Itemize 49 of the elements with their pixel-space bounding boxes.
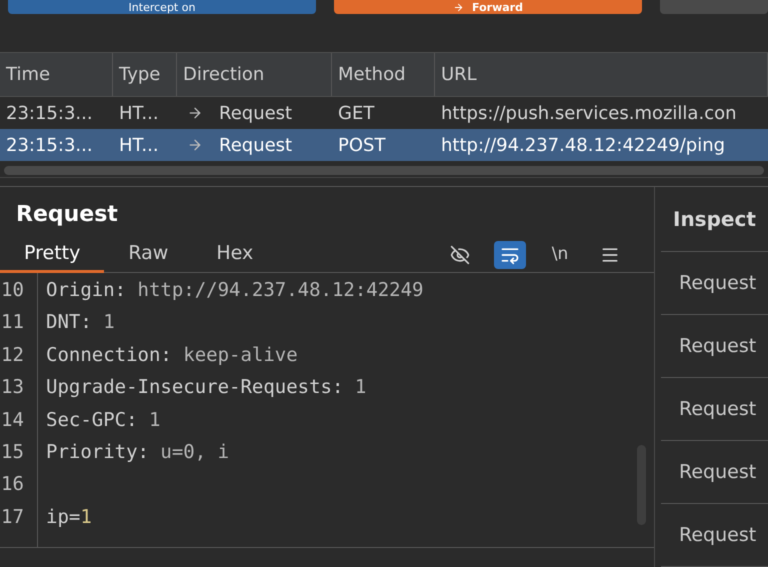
inspector-item[interactable]: Request <box>679 520 756 550</box>
line-number: 10 <box>0 278 24 303</box>
table-cell-text: GET <box>338 102 374 126</box>
panel-title: Request <box>16 201 118 229</box>
intercept-button[interactable]: Intercept on <box>8 0 316 14</box>
inspector-item[interactable]: Request <box>679 394 756 424</box>
column-header[interactable]: Time <box>6 61 50 88</box>
newline-button[interactable]: \n <box>544 240 576 268</box>
editor-tab[interactable]: Pretty <box>0 236 104 272</box>
code-line: Connection: keep-alive <box>46 342 298 368</box>
table-cell-text: https://push.services.mozilla.con <box>441 102 737 126</box>
table-cell-text: 23:15:3... <box>6 102 93 126</box>
code-line: Priority: u=0, i <box>46 440 230 465</box>
code-line: Origin: http://94.237.48.12:42249 <box>46 278 424 303</box>
inspector-item[interactable]: Request <box>679 458 756 486</box>
code-line: DNT: 1 <box>46 310 115 336</box>
inspector-title: Inspect <box>673 206 756 233</box>
column-header[interactable]: Type <box>119 61 160 88</box>
line-number: 13 <box>0 375 24 400</box>
table-cell-text: HT... <box>119 134 159 158</box>
line-number: 14 <box>0 408 24 432</box>
inspector-item[interactable]: Request <box>679 332 756 360</box>
eye-off-icon <box>450 244 470 264</box>
column-header[interactable]: Direction <box>183 61 264 88</box>
splitter-bar[interactable] <box>0 177 768 187</box>
line-number: 11 <box>0 310 24 336</box>
inspector-item[interactable]: Request <box>679 268 756 298</box>
wrap-button[interactable] <box>494 240 526 268</box>
column-header[interactable]: Method <box>338 61 406 88</box>
scrollbar[interactable] <box>4 166 764 174</box>
code-line: Upgrade-Insecure-Requests: 1 <box>46 375 366 400</box>
arrow-icon <box>453 2 464 12</box>
line-number: 17 <box>0 504 24 530</box>
table-cell-text: 23:15:3... <box>6 134 93 158</box>
editor-tab[interactable]: Hex <box>192 236 278 272</box>
code-line: Sec-GPC: 1 <box>46 408 160 432</box>
line-number: 15 <box>0 440 24 465</box>
line-number: 16 <box>0 472 24 498</box>
editor-tab[interactable]: Raw <box>104 236 192 272</box>
table-cell-text: http://94.237.48.12:42249/ping <box>441 134 726 158</box>
table-cell-text: Request <box>219 134 292 158</box>
arrow-icon <box>187 137 203 153</box>
code-line: ip=1 <box>46 504 92 530</box>
column-header[interactable]: URL <box>441 61 477 88</box>
table-cell-text: POST <box>338 134 386 158</box>
line-number: 12 <box>0 342 24 368</box>
table-cell-text: Request <box>219 102 292 126</box>
table-cell-text: HT... <box>119 102 159 126</box>
table-row[interactable]: 23:15:3... HT... Request POST http://94.237.48.12:42249/ping <box>0 129 768 161</box>
